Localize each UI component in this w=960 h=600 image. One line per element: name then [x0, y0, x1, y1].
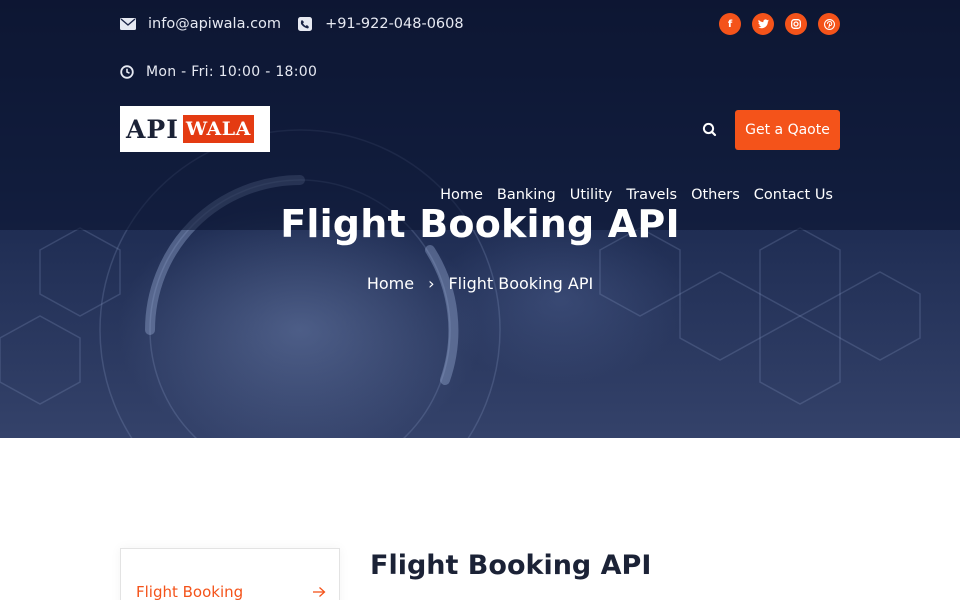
search-button[interactable] [700, 120, 720, 140]
search-icon [702, 122, 717, 137]
breadcrumb-current: Flight Booking API [448, 274, 594, 293]
nav-item-banking[interactable]: Banking [497, 187, 556, 203]
breadcrumb-home[interactable]: Home [367, 274, 414, 293]
email-contact[interactable]: info@apiwala.com [120, 16, 281, 32]
service-sidebar: Flight Booking [120, 548, 340, 600]
phone-icon [298, 17, 313, 31]
breadcrumb-separator-icon: › [428, 274, 435, 293]
nav-item-others[interactable]: Others [691, 187, 740, 203]
business-hours: Mon - Fri: 10:00 - 18:00 [120, 62, 317, 82]
nav-item-utility[interactable]: Utility [570, 187, 613, 203]
site-logo[interactable]: API WALA [120, 106, 270, 152]
logo-text-wala: WALA [182, 115, 254, 143]
content-title: Flight Booking API [370, 550, 652, 581]
sidebar-item-label: Flight Booking [136, 583, 244, 600]
social-links: f [708, 13, 840, 35]
phone-text[interactable]: +91-922-048-0608 [325, 16, 464, 32]
nav-item-travels[interactable]: Travels [626, 187, 677, 203]
email-text[interactable]: info@apiwala.com [148, 16, 281, 32]
facebook-icon[interactable]: f [719, 13, 741, 35]
envelope-icon [120, 18, 136, 30]
breadcrumb: Home › Flight Booking API [0, 274, 960, 293]
nav-item-contact-us[interactable]: Contact Us [754, 187, 833, 203]
sidebar-item-flight-booking[interactable]: Flight Booking [136, 583, 326, 600]
instagram-icon[interactable] [785, 13, 807, 35]
pinterest-icon[interactable] [818, 13, 840, 35]
twitter-icon[interactable] [752, 13, 774, 35]
logo-text-api: API [126, 114, 179, 144]
phone-contact[interactable]: +91-922-048-0608 [297, 16, 464, 32]
page-title: Flight Booking API [280, 202, 680, 246]
clock-icon [120, 65, 134, 79]
top-contact-bar: info@apiwala.com +91-922-048-0608 [120, 14, 480, 34]
nav-item-home[interactable]: Home [440, 187, 483, 203]
arrow-right-icon [313, 587, 326, 597]
main-navigation: Home Banking Utility Travels Others Cont… [426, 187, 833, 203]
get-quote-button[interactable]: Get a Qaote [735, 110, 840, 150]
hours-text: Mon - Fri: 10:00 - 18:00 [146, 64, 318, 80]
